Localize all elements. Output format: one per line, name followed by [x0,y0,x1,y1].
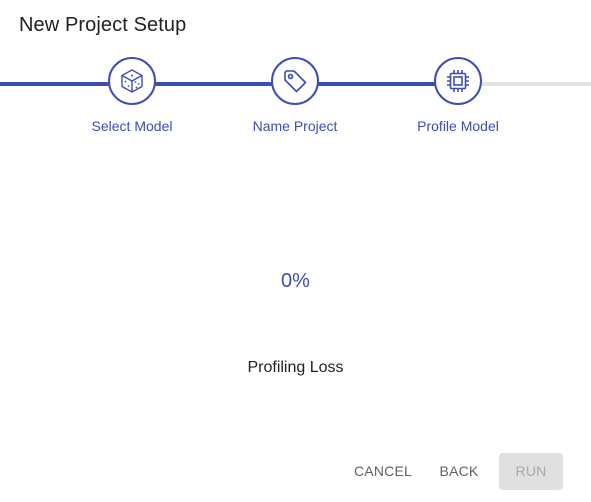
step-select-model[interactable]: Select Model [62,57,202,134]
dialog-title: New Project Setup [19,14,187,36]
step-name-project-circle[interactable] [271,57,319,105]
step-label-select-model: Select Model [91,118,173,134]
cancel-button[interactable]: CANCEL [346,453,420,490]
step-label-name-project: Name Project [252,118,338,134]
run-button[interactable]: RUN [499,453,563,490]
step-select-model-circle[interactable] [108,57,156,105]
step-name-project[interactable]: Name Project [225,57,365,134]
chip-icon [444,67,472,95]
profiling-status-text: Profiling Loss [247,359,344,376]
tag-icon [281,67,309,95]
cube-icon [118,67,146,95]
back-button[interactable]: BACK [431,453,487,490]
profiling-progress-percent: 0% [281,270,310,292]
step-label-profile-model: Profile Model [417,118,499,134]
step-profile-model[interactable]: Profile Model [388,57,528,134]
step-profile-model-circle[interactable] [434,57,482,105]
project-setup-dialog: New Project Setup Select Model Name Proj… [0,0,591,502]
